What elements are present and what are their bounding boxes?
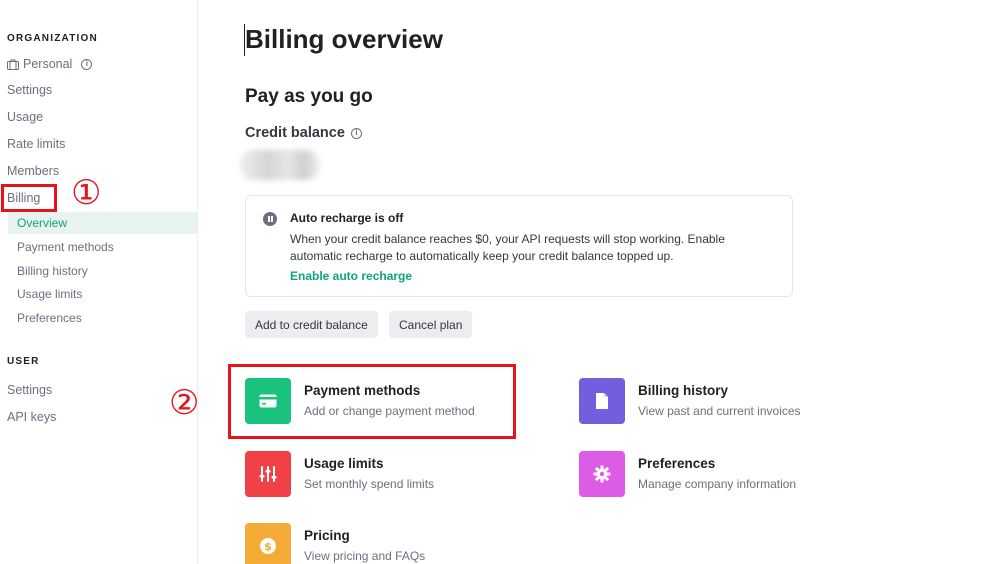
billing-highlight-box [1,184,57,212]
sidebar-sub-overview[interactable]: Overview [17,216,67,230]
enable-auto-recharge-link[interactable]: Enable auto recharge [290,269,412,283]
sidebar-item-settings[interactable]: Settings [7,83,52,97]
card-desc: View past and current invoices [638,404,801,418]
card-desc: Manage company information [638,477,797,491]
briefcase-icon [7,59,19,70]
card-preferences[interactable]: Preferences Manage company information [579,451,879,497]
card-title: Usage limits [304,456,384,471]
credit-balance-label: Credit balance i [245,125,362,141]
sidebar-item-user-settings[interactable]: Settings [7,383,52,397]
step-marker-1: ① [71,173,102,213]
credit-balance-text: Credit balance [245,125,345,141]
auto-recharge-notice: Auto recharge is off When your credit ba… [245,195,793,297]
credit-balance-value-blurred [240,150,320,180]
notice-title: Auto recharge is off [290,211,404,225]
document-icon [579,378,625,424]
org-section-title: ORGANIZATION [7,33,98,44]
pause-icon [263,212,277,226]
card-desc: Set monthly spend limits [304,477,435,491]
add-credit-button[interactable]: Add to credit balance [245,311,378,338]
sidebar-item-api-keys[interactable]: API keys [7,410,56,424]
svg-text:$: $ [264,540,272,553]
card-title: Billing history [638,383,729,398]
sidebar-item-members[interactable]: Members [7,164,59,178]
card-pricing[interactable]: $ Pricing View pricing and FAQs [245,523,545,564]
info-icon[interactable]: i [350,127,362,139]
info-icon[interactable]: i [81,58,93,70]
card-billing-history[interactable]: Billing history View past and current in… [579,378,879,424]
sidebar-item-rate-limits[interactable]: Rate limits [7,137,65,151]
card-title: Preferences [638,456,716,471]
notice-body: When your credit balance reaches $0, you… [290,232,725,263]
card-usage-limits[interactable]: Usage limits Set monthly spend limits [245,451,545,497]
gear-icon [579,451,625,497]
sidebar-item-usage[interactable]: Usage [7,110,43,124]
section-title: Pay as you go [245,86,373,107]
card-desc: View pricing and FAQs [304,549,426,563]
card-title: Pricing [304,528,350,543]
dollar-icon: $ [245,523,291,564]
page-title: Billing overview [245,24,443,54]
org-selector[interactable]: Personal i [7,57,93,71]
sidebar-sub-usage-limits[interactable]: Usage limits [17,287,82,301]
sidebar: ORGANIZATION Personal i Settings Usage R… [0,0,198,564]
sliders-icon [245,451,291,497]
cancel-plan-button[interactable]: Cancel plan [389,311,473,338]
step-marker-2: ② [169,383,200,423]
payment-methods-highlight-box [228,364,516,439]
user-section-title: USER [7,356,40,367]
sidebar-sub-billing-history[interactable]: Billing history [17,264,88,278]
org-name: Personal [23,57,73,71]
sidebar-sub-preferences[interactable]: Preferences [17,311,82,325]
sidebar-sub-payment-methods[interactable]: Payment methods [17,240,114,254]
